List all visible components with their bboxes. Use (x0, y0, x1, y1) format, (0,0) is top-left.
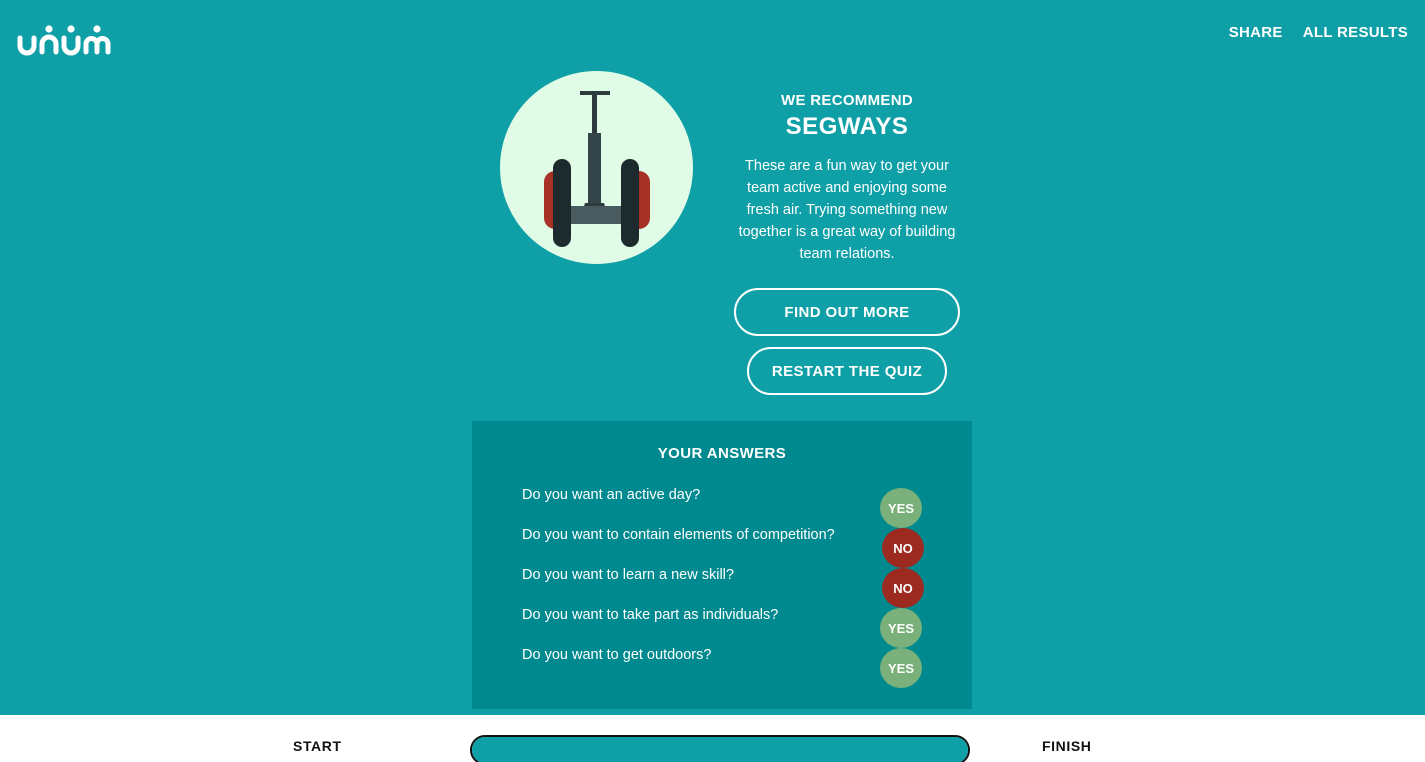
recommendation: WE RECOMMEND SEGWAYS These are a fun way… (722, 92, 972, 265)
recommendation-description: These are a fun way to get your team act… (738, 158, 956, 262)
progress-fill (472, 737, 968, 762)
find-out-more-button[interactable]: FIND OUT MORE (734, 288, 960, 336)
question-text: Do you want an active day? (522, 487, 701, 503)
all-results-link[interactable]: ALL RESULTS (1303, 24, 1408, 41)
quiz-progress-footer: START FINISH (0, 715, 1425, 762)
question-text: Do you want to get outdoors? (522, 647, 712, 663)
question-text: Do you want to take part as individuals? (522, 607, 779, 623)
top-nav: SHARE ALL RESULTS (1229, 24, 1408, 41)
answer-badge: YES (880, 648, 922, 688)
answer-badge: NO (882, 568, 924, 608)
progress-bar (470, 735, 970, 762)
recommendation-title: SEGWAYS (785, 113, 909, 140)
restart-quiz-button[interactable]: RESTART THE QUIZ (747, 347, 947, 395)
question-text: Do you want to contain elements of compe… (522, 527, 835, 543)
segway-icon (544, 91, 650, 247)
answer-row: Do you want an active day? YES (522, 487, 932, 528)
share-link[interactable]: SHARE (1229, 24, 1283, 41)
question-text: Do you want to learn a new skill? (522, 567, 734, 583)
start-label: START (293, 738, 342, 754)
recommend-kicker: WE RECOMMEND (781, 92, 913, 109)
answer-row: Do you want to take part as individuals?… (522, 607, 932, 648)
answers-panel: YOUR ANSWERS Do you want an active day? … (472, 421, 972, 709)
unum-logo[interactable] (16, 22, 112, 58)
finish-label: FINISH (1042, 738, 1092, 754)
answer-row: Do you want to contain elements of compe… (522, 527, 932, 568)
answer-badge: YES (880, 608, 922, 648)
answer-badge: NO (882, 528, 924, 568)
answer-badge: YES (880, 488, 922, 528)
answers-heading: YOUR ANSWERS (657, 445, 787, 462)
segway-illustration (500, 71, 693, 264)
answer-row: Do you want to get outdoors? YES (522, 647, 932, 688)
answer-row: Do you want to learn a new skill? NO (522, 567, 932, 608)
